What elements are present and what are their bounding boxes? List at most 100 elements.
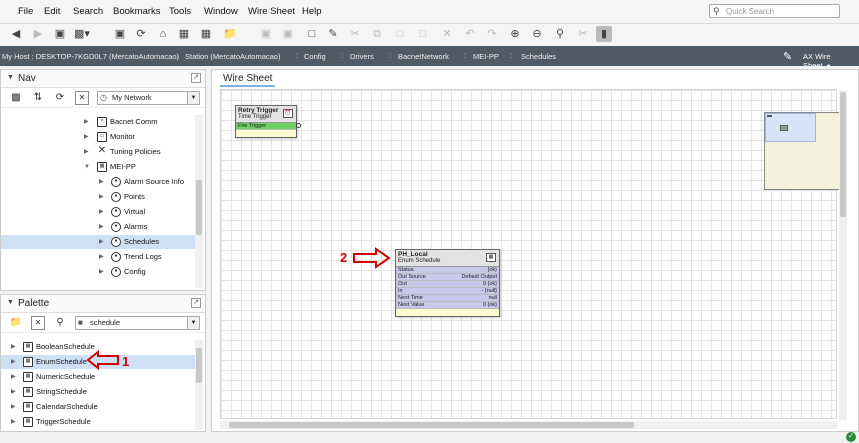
component-ph-local[interactable]: PH_Local Enum Schedule ▦ Status {ok} Out … xyxy=(395,249,500,317)
crumb-drivers[interactable]: Drivers xyxy=(350,52,374,61)
tree-item-bacnet-comm[interactable]: ▶ ≠ Bacnet Comm xyxy=(1,115,195,129)
expand-icon[interactable]: ▶ xyxy=(99,235,104,249)
crumb-schedules[interactable]: Schedules xyxy=(521,52,556,61)
cut-icon[interactable]: ✂ xyxy=(347,26,363,42)
tab-wire-sheet[interactable]: Wire Sheet xyxy=(220,72,276,87)
tree-item-mei-pp[interactable]: ▼ ▩ MEI-PP xyxy=(1,160,195,174)
view-icon[interactable]: ▩▾ xyxy=(74,26,90,42)
slot-fire-trigger[interactable]: Fire Trigger xyxy=(236,123,296,130)
folder-icon[interactable]: 📁▾ xyxy=(222,26,238,56)
tree-item-trend-logs[interactable]: ▶ ● Trend Logs xyxy=(1,250,195,264)
expand-icon[interactable]: ▶ xyxy=(99,220,104,234)
expand-icon[interactable]: ▶ xyxy=(99,190,104,204)
delete-icon[interactable]: ✕ xyxy=(439,26,455,42)
menu-bookmarks[interactable]: Bookmarks xyxy=(113,6,161,17)
expand-icon[interactable]: ▶ xyxy=(11,415,16,429)
slot-status[interactable]: Status {ok} xyxy=(396,267,499,274)
menu-edit[interactable]: Edit xyxy=(44,6,60,17)
expand-icon[interactable]: ▶ xyxy=(11,400,16,414)
edit-icon[interactable]: ✎ xyxy=(325,26,341,42)
redo-icon[interactable]: ↷ xyxy=(484,26,500,42)
palette-item-numericschedule[interactable]: ▶ ▦ NumericSchedule xyxy=(1,370,195,384)
expand-icon[interactable]: ▶ xyxy=(99,205,104,219)
undo-icon[interactable]: ↶ xyxy=(462,26,478,42)
output-knob[interactable] xyxy=(296,123,301,128)
sync-icon[interactable]: ⇅ xyxy=(31,91,45,105)
sheet-hscroll-thumb[interactable] xyxy=(229,422,634,428)
menu-help[interactable]: Help xyxy=(302,6,322,17)
collapse-icon[interactable]: ▼ xyxy=(7,299,14,306)
expand-icon[interactable]: ▶ xyxy=(84,115,89,129)
cut-wire-icon[interactable]: ✂ xyxy=(575,26,591,42)
maximize-icon[interactable]: ↗ xyxy=(191,298,201,308)
palette-scrollbar[interactable] xyxy=(195,340,203,430)
export-icon[interactable]: □ xyxy=(304,26,320,42)
quick-search-input[interactable]: ⚲ Quick Search xyxy=(709,4,840,18)
sheet-vscroll-thumb[interactable] xyxy=(840,92,846,217)
overview-minimap[interactable] xyxy=(764,112,842,190)
menu-window[interactable]: Window xyxy=(204,6,238,17)
network-combo[interactable]: ◷ My Network ▼ xyxy=(97,91,200,105)
collapse-icon[interactable]: ▼ xyxy=(7,74,14,81)
menu-tools[interactable]: Tools xyxy=(169,6,191,17)
tree-item-points[interactable]: ▶ ● Points xyxy=(1,190,195,204)
expand-icon[interactable]: ▶ xyxy=(99,265,104,279)
home-icon-2[interactable]: ⌂ xyxy=(155,26,171,42)
copy-icon[interactable]: ⧉ xyxy=(369,26,385,42)
home-icon[interactable]: ⟳ xyxy=(133,26,149,42)
crumb-config[interactable]: Config xyxy=(304,52,326,61)
minimap-viewport[interactable] xyxy=(765,113,816,142)
component-retry-trigger[interactable]: Retry Trigger Time Trigger ⏰ Fire Trigge… xyxy=(235,105,301,138)
paste-icon[interactable]: □ xyxy=(392,26,408,42)
tree-item-config[interactable]: ▶ ● Config xyxy=(1,265,195,279)
sheet-vertical-scrollbar[interactable] xyxy=(839,90,847,420)
tree-item-virtual[interactable]: ▶ ● Virtual xyxy=(1,205,195,219)
tree-item-tuning-policies[interactable]: ▶ ✕ Tuning Policies xyxy=(1,145,195,159)
wire-sheet-canvas[interactable]: Retry Trigger Time Trigger ⏰ Fire Trigge… xyxy=(220,89,842,419)
refresh-icon[interactable]: ⟳ xyxy=(53,91,67,105)
slot-out-source[interactable]: Out Source Default Output xyxy=(396,274,499,281)
expand-icon[interactable]: ▶ xyxy=(11,340,16,354)
zoom-out-icon[interactable]: ⊖ xyxy=(529,26,545,42)
pin-icon[interactable]: ▮ xyxy=(596,26,612,42)
close-icon[interactable]: ✕ xyxy=(31,316,45,330)
maximize-icon[interactable]: ↗ xyxy=(191,73,201,83)
palette-item-triggerschedule[interactable]: ▶ ▦ TriggerSchedule xyxy=(1,415,195,429)
save-icon[interactable]: ▦ xyxy=(176,26,192,42)
expand-icon[interactable]: ▶ xyxy=(11,355,16,369)
module-combo[interactable]: ■ schedule ▼ xyxy=(75,316,200,330)
pen-icon[interactable]: ✎ xyxy=(783,50,792,63)
up-icon[interactable]: ▣ xyxy=(52,26,68,42)
menu-file[interactable]: File xyxy=(18,6,33,17)
save-all-icon[interactable]: ▣ xyxy=(280,26,296,42)
refresh-icon[interactable]: ▣ xyxy=(112,26,128,42)
zoom-fit-icon[interactable]: ⚲ xyxy=(552,26,568,42)
crumb-bacnetnetwork[interactable]: BacnetNetwork xyxy=(398,52,449,61)
tree-item-monitor[interactable]: ▶ ▭ Monitor xyxy=(1,130,195,144)
slot-out[interactable]: Out 0 {ok} xyxy=(396,281,499,288)
save-icon-2[interactable]: ▣ xyxy=(258,26,274,42)
crumb-station[interactable]: Station (MercatoAutomacao) xyxy=(185,52,280,61)
menu-wire-sheet[interactable]: Wire Sheet xyxy=(248,6,295,17)
tree-item-alarm-source-info[interactable]: ▶ ● Alarm Source Info xyxy=(1,175,195,189)
view-selector[interactable]: AX Wire Sheet ▼ xyxy=(803,52,859,70)
crumb-mei-pp[interactable]: MEI-PP xyxy=(473,52,499,61)
sheet-horizontal-scrollbar[interactable] xyxy=(220,421,837,429)
expand-icon[interactable]: ▶ xyxy=(99,175,104,189)
palette-item-stringschedule[interactable]: ▶ ▦ StringSchedule xyxy=(1,385,195,399)
find-icon[interactable]: ⚲ xyxy=(53,316,67,330)
slot-next-value[interactable]: Next Value 0 {ok} xyxy=(396,302,499,309)
menu-search[interactable]: Search xyxy=(73,6,103,17)
collapse-icon[interactable]: ▼ xyxy=(84,160,90,174)
nav-scrollbar[interactable] xyxy=(195,115,203,288)
duplicate-icon[interactable]: □ xyxy=(415,26,431,42)
tree-item-alarms[interactable]: ▶ ● Alarms xyxy=(1,220,195,234)
open-icon[interactable]: ▦ xyxy=(198,26,214,42)
new-tab-icon[interactable]: ▩ xyxy=(9,91,23,105)
expand-icon[interactable]: ▶ xyxy=(11,385,16,399)
forward-icon[interactable]: ▶ xyxy=(30,26,46,42)
back-icon[interactable]: ◀ xyxy=(8,26,24,42)
expand-icon[interactable]: ▶ xyxy=(11,370,16,384)
expand-icon[interactable]: ▶ xyxy=(99,250,104,264)
palette-scroll-thumb[interactable] xyxy=(196,348,202,383)
